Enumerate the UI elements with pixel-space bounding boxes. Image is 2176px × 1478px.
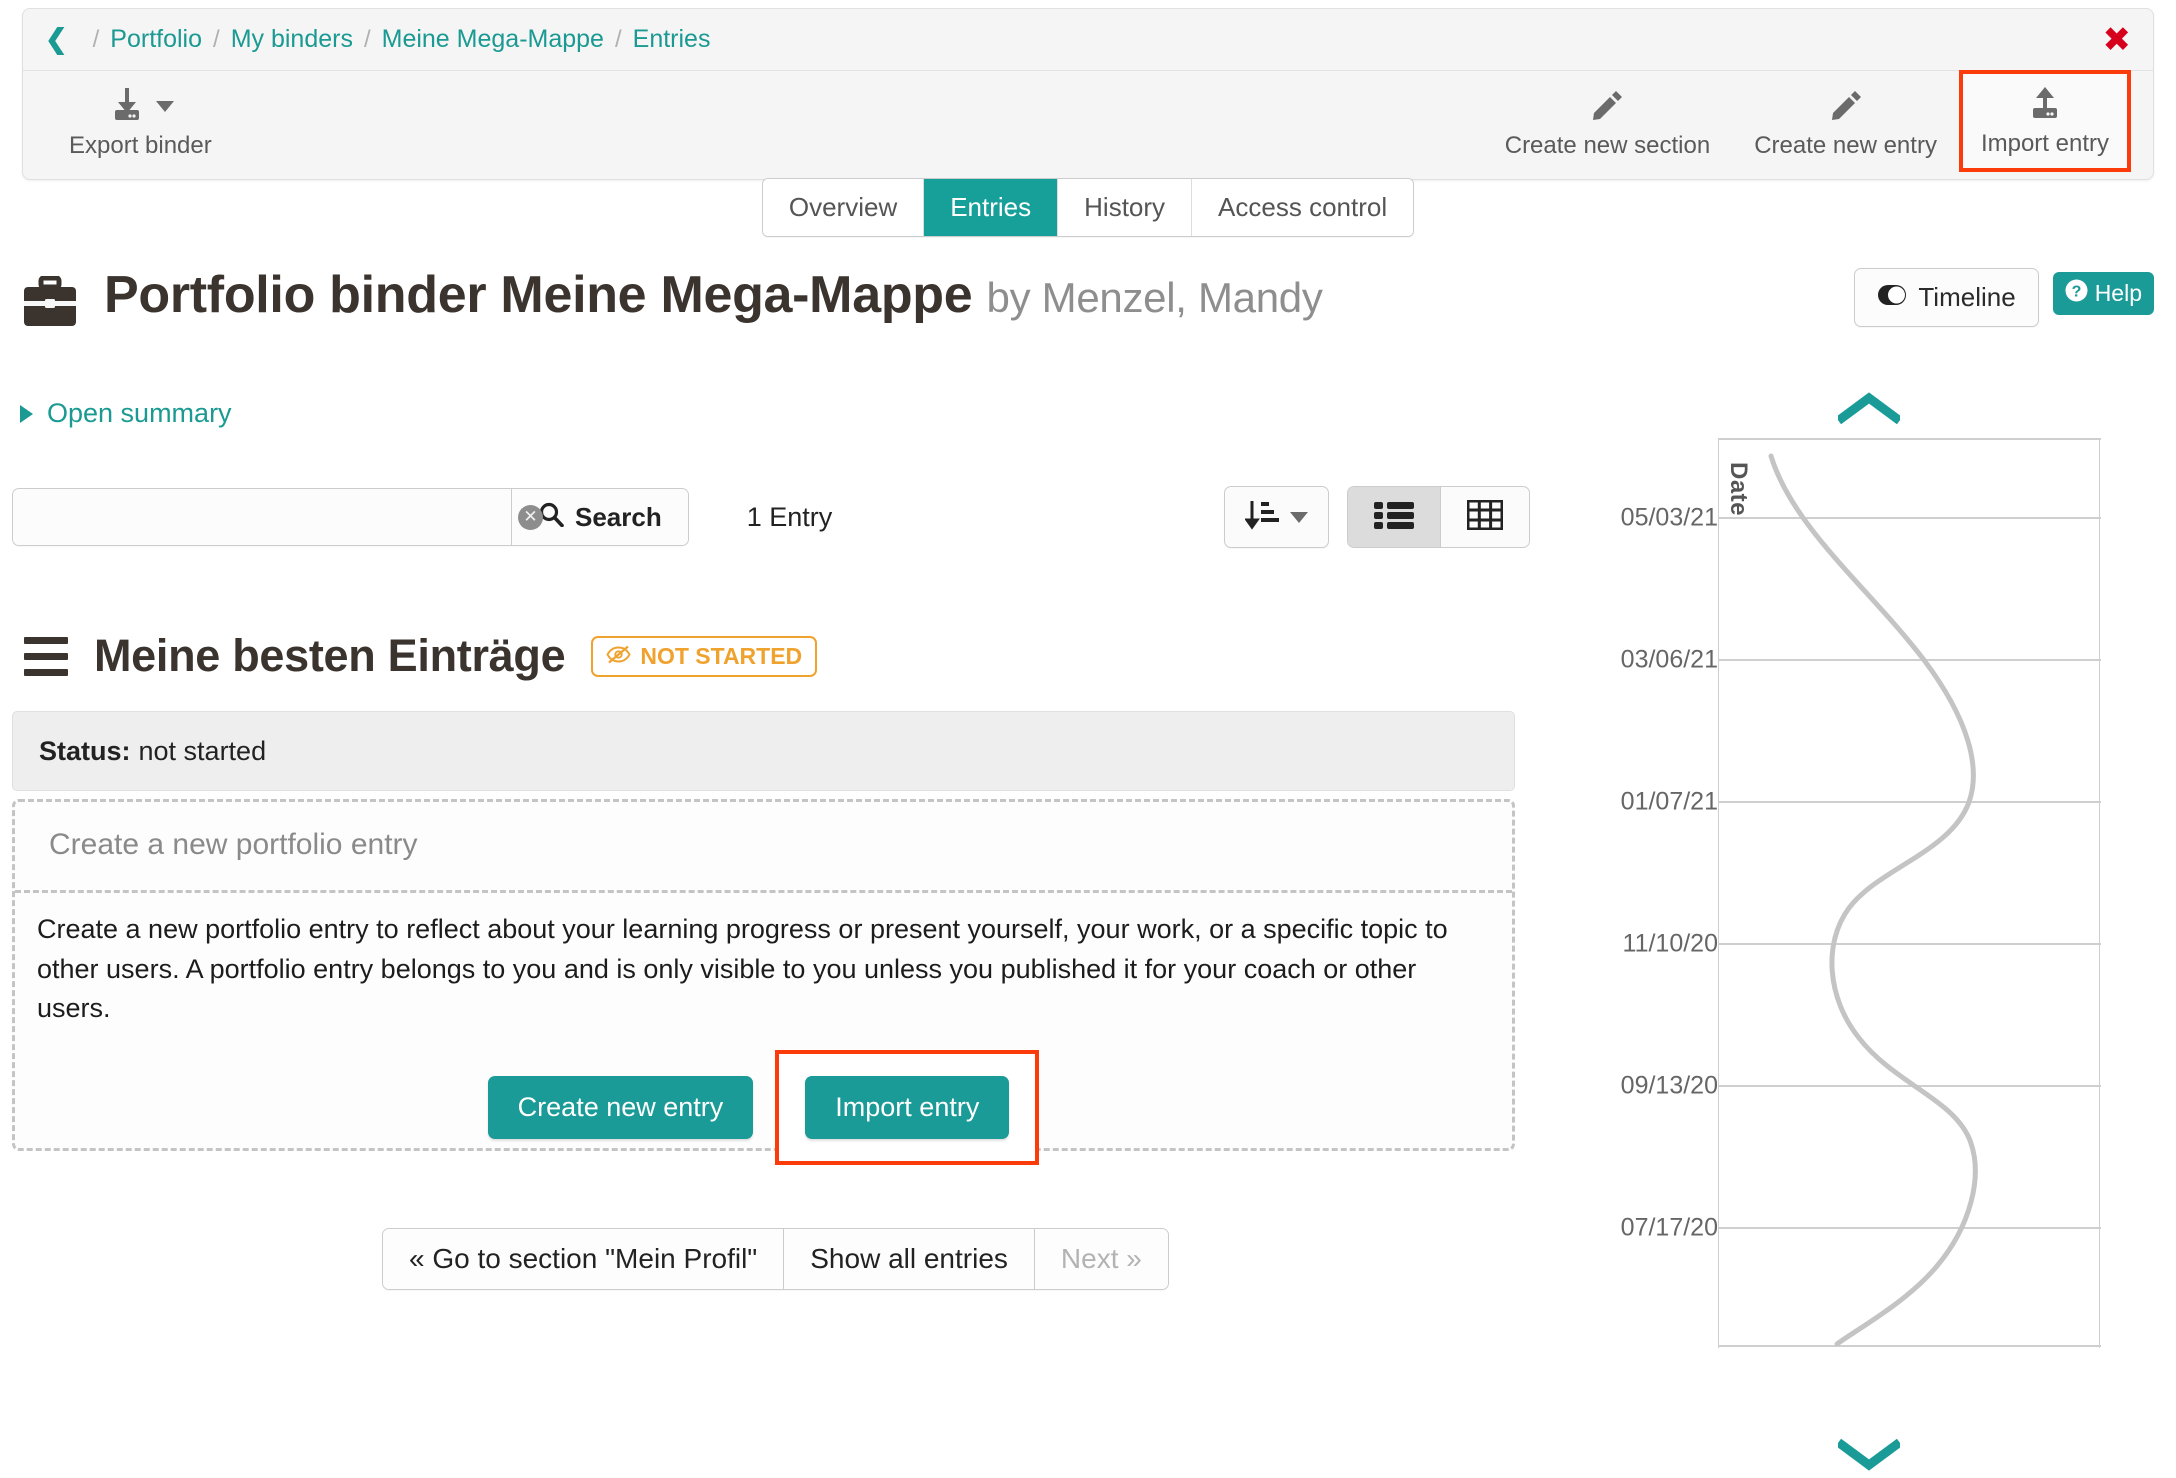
sort-amount-down-icon bbox=[1244, 499, 1281, 536]
search-button-label: Search bbox=[575, 501, 662, 532]
eye-slash-icon bbox=[606, 643, 631, 670]
tab-history[interactable]: History bbox=[1058, 179, 1193, 236]
search-input[interactable] bbox=[13, 489, 511, 545]
breadcrumb-separator: / bbox=[363, 25, 371, 53]
page-title: Portfolio binder Meine Mega-Mappe by Men… bbox=[104, 266, 1323, 324]
table-view-button[interactable] bbox=[1441, 487, 1529, 547]
view-mode-group bbox=[1347, 486, 1530, 548]
import-entry-label: Import entry bbox=[1980, 130, 2109, 157]
help-button[interactable]: ? Help bbox=[2052, 272, 2154, 315]
chevron-down-icon[interactable] bbox=[155, 100, 174, 112]
timeline-axis-labels: 05/03/21 03/06/21 01/07/21 11/10/20 09/1… bbox=[1600, 438, 1718, 1348]
hamburger-icon[interactable] bbox=[24, 636, 68, 676]
open-summary-toggle[interactable]: Open summary bbox=[12, 398, 232, 429]
axis-tick-label: 01/07/21 bbox=[1620, 787, 1718, 816]
list-view-button[interactable] bbox=[1348, 487, 1441, 547]
chevron-down-icon[interactable] bbox=[1835, 1437, 1903, 1476]
upload-icon bbox=[2025, 84, 2065, 124]
show-all-entries-button[interactable]: Show all entries bbox=[784, 1229, 1035, 1289]
section-header: Meine besten Einträge NOT STARTED bbox=[24, 630, 818, 682]
status-bar: Status: not started bbox=[12, 711, 1515, 791]
axis-tick-label: 11/10/20 bbox=[1622, 929, 1718, 958]
page-title-row: Portfolio binder Meine Mega-Mappe by Men… bbox=[22, 266, 2154, 333]
import-entry-button[interactable]: Import entry bbox=[1958, 70, 2131, 172]
create-new-entry-label: Create new entry bbox=[1754, 132, 1937, 159]
timeline-toggle-label: Timeline bbox=[1918, 282, 2016, 312]
section-title: Meine besten Einträge bbox=[94, 630, 566, 681]
breadcrumb-separator: / bbox=[614, 25, 622, 53]
open-summary-label: Open summary bbox=[47, 398, 232, 428]
timeline-chart: 05/03/21 03/06/21 01/07/21 11/10/20 09/1… bbox=[1600, 438, 2101, 1348]
breadcrumb-item-portfolio[interactable]: Portfolio bbox=[110, 25, 202, 54]
go-to-section-button[interactable]: « Go to section "Mein Profil" bbox=[383, 1229, 785, 1289]
export-binder-label: Export binder bbox=[69, 132, 212, 159]
sort-button[interactable] bbox=[1224, 486, 1329, 548]
axis-tick-label: 07/17/20 bbox=[1620, 1213, 1718, 1242]
question-circle-icon: ? bbox=[2065, 279, 2088, 308]
axis-tick-label: 05/03/21 bbox=[1620, 503, 1718, 532]
create-new-section-label: Create new section bbox=[1504, 132, 1711, 159]
breadcrumb: ❮ / Portfolio / My binders / Meine Mega-… bbox=[23, 9, 2153, 71]
pagination: « Go to section "Mein Profil" Show all e… bbox=[382, 1228, 1169, 1290]
create-entry-panel-heading: Create a new portfolio entry bbox=[49, 828, 418, 861]
panel-divider bbox=[15, 890, 1512, 893]
timeline-curve bbox=[1719, 438, 2101, 1347]
tab-group: Overview Entries History Access control bbox=[761, 178, 1415, 237]
axis-tick-label: 09/13/20 bbox=[1620, 1071, 1718, 1100]
svg-text:?: ? bbox=[2071, 284, 2081, 301]
table-view-icon bbox=[1466, 499, 1504, 535]
import-entry-highlight: Import entry bbox=[775, 1050, 1040, 1165]
export-binder-button[interactable]: Export binder bbox=[47, 72, 234, 170]
tab-overview[interactable]: Overview bbox=[762, 179, 925, 236]
briefcase-icon bbox=[22, 275, 78, 333]
import-entry-button-panel[interactable]: Import entry bbox=[805, 1076, 1010, 1139]
clear-circle-icon[interactable]: ✕ bbox=[518, 505, 543, 530]
page-title-main: Portfolio binder Meine Mega-Mappe bbox=[104, 266, 973, 324]
tab-entries[interactable]: Entries bbox=[924, 179, 1059, 236]
header-toolbar-right: Create new section Create new entry Impo… bbox=[1483, 70, 2153, 172]
status-badge: NOT STARTED bbox=[591, 635, 818, 677]
breadcrumb-separator: / bbox=[92, 25, 100, 53]
tab-access-control[interactable]: Access control bbox=[1192, 179, 1414, 236]
timeline-toggle-button[interactable]: Timeline bbox=[1854, 268, 2039, 327]
toggle-on-icon bbox=[1877, 282, 1907, 313]
title-actions: Timeline ? Help bbox=[1854, 268, 2154, 327]
help-label: Help bbox=[2094, 280, 2142, 306]
tab-bar: Overview Entries History Access control bbox=[0, 178, 2176, 237]
pencil-icon bbox=[1829, 86, 1863, 126]
create-entry-panel: Create a new portfolio entry Create a ne… bbox=[12, 799, 1515, 1165]
breadcrumb-item-entries[interactable]: Entries bbox=[633, 25, 711, 54]
view-controls bbox=[1224, 486, 1530, 548]
create-new-section-button[interactable]: Create new section bbox=[1483, 72, 1732, 170]
chevron-up-icon[interactable] bbox=[1835, 392, 1903, 431]
list-view-icon bbox=[1374, 500, 1414, 535]
header-card: ❮ / Portfolio / My binders / Meine Mega-… bbox=[22, 8, 2154, 180]
status-label: Status: bbox=[39, 735, 131, 766]
timeline-plot bbox=[1718, 438, 2101, 1348]
next-button: Next » bbox=[1034, 1229, 1168, 1289]
chevron-left-icon[interactable]: ❮ bbox=[45, 26, 68, 53]
breadcrumb-item-my-binders[interactable]: My binders bbox=[231, 25, 353, 54]
entry-count: 1 Entry bbox=[746, 501, 833, 532]
close-icon[interactable]: ✖ bbox=[2103, 23, 2132, 57]
pencil-icon bbox=[1590, 86, 1624, 126]
breadcrumb-separator: / bbox=[213, 25, 220, 53]
chevron-down-icon[interactable] bbox=[1290, 511, 1308, 523]
status-badge-label: NOT STARTED bbox=[640, 642, 803, 669]
search-group: Search bbox=[12, 488, 689, 546]
breadcrumb-item-meine-mega-mappe[interactable]: Meine Mega-Mappe bbox=[382, 25, 604, 54]
triangle-right-icon bbox=[20, 404, 33, 423]
page-title-author: by Menzel, Mandy bbox=[986, 274, 1323, 321]
header-toolbar: Export binder Create new section Create … bbox=[23, 70, 2153, 179]
download-binder-icon bbox=[107, 86, 174, 126]
create-new-entry-button[interactable]: Create new entry bbox=[1732, 72, 1959, 170]
create-entry-panel-body: Create a new portfolio entry to reflect … bbox=[37, 914, 1448, 1024]
create-new-entry-button-panel[interactable]: Create new entry bbox=[487, 1076, 754, 1139]
status-value: not started bbox=[138, 735, 267, 766]
create-entry-panel-buttons: Create new entry Import entry bbox=[15, 1050, 1512, 1165]
axis-tick-label: 03/06/21 bbox=[1620, 645, 1718, 674]
